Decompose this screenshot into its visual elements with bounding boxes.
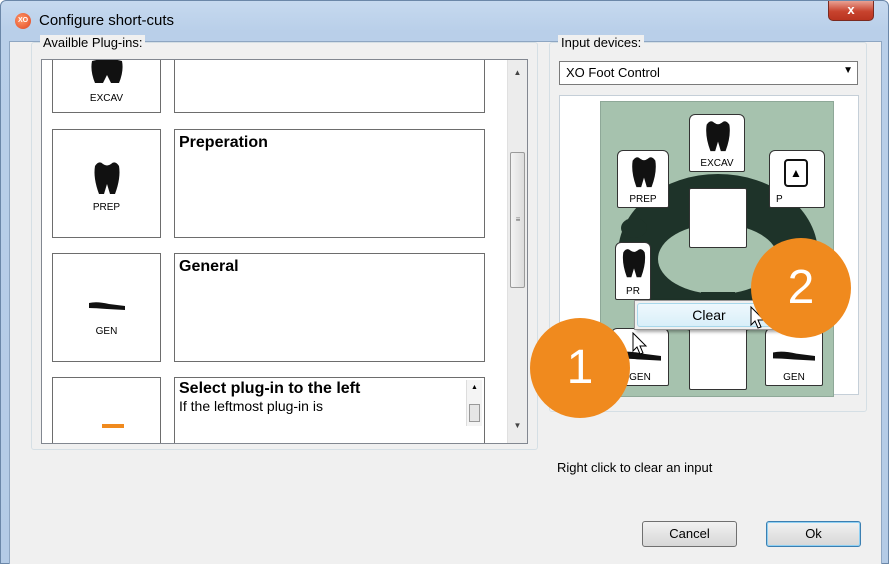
input-device-select[interactable]: XO Foot Control ▼ — [559, 61, 858, 85]
pedal-slot-bottom-center[interactable] — [689, 328, 747, 390]
pedal-slot-center[interactable] — [689, 188, 747, 248]
pedal-slot-prep[interactable]: PREP — [617, 150, 669, 208]
window-title: Configure short-cuts — [39, 12, 175, 29]
mouse-cursor-icon — [632, 332, 648, 355]
app-icon: XO — [15, 13, 31, 29]
scroll-thumb[interactable]: ≡ — [510, 152, 525, 288]
plugin-icon-box[interactable]: EXCAV — [52, 60, 161, 113]
orange-plugin-icon — [102, 424, 124, 428]
up-arrow-icon: ▲ — [784, 159, 808, 187]
description-scrollbar[interactable]: ▲ — [466, 380, 482, 426]
list-item[interactable]: Select plug-in to the left If the leftmo… — [42, 377, 508, 443]
cancel-button[interactable]: Cancel — [642, 521, 737, 547]
plugin-description-box: General — [174, 253, 485, 362]
plugin-list[interactable]: EXCAV PREP Preperation GEN General Selec… — [41, 59, 528, 444]
scroll-up-arrow-icon[interactable]: ▲ — [467, 380, 482, 396]
scroll-thumb[interactable] — [469, 404, 480, 422]
plugin-description-box — [174, 60, 485, 113]
input-devices-label: Input devices: — [558, 35, 645, 50]
slot-label: P — [776, 194, 783, 205]
plugin-description-box: Select plug-in to the left If the leftmo… — [174, 377, 485, 443]
pedal-slot-prep-2[interactable]: PR — [615, 242, 651, 300]
tooth-icon — [622, 249, 646, 278]
step-badge-2: 2 — [751, 238, 851, 338]
grip-icon: ≡ — [515, 215, 521, 224]
plugin-icon-box[interactable] — [52, 377, 161, 443]
plugin-description: If the leftmost plug-in is — [179, 398, 323, 414]
plugin-description-box: Preperation — [174, 129, 485, 238]
list-item[interactable]: PREP Preperation — [42, 129, 508, 253]
pedal-slot-excav[interactable]: EXCAV — [689, 114, 745, 172]
gen-tool-icon — [773, 351, 815, 361]
tooth-icon — [90, 60, 123, 83]
plugin-icon-box[interactable]: PREP — [52, 129, 161, 238]
plugins-group-label: Availble Plug-ins: — [40, 35, 146, 50]
slot-label: EXCAV — [700, 158, 734, 169]
chevron-down-icon[interactable]: ▼ — [843, 65, 853, 76]
plugin-title: Preperation — [179, 134, 268, 151]
pedal-knob — [621, 218, 647, 238]
ok-button[interactable]: Ok — [766, 521, 861, 547]
plugin-icon-label: EXCAV — [89, 93, 124, 104]
tooth-icon — [632, 157, 656, 188]
slot-label: PR — [626, 286, 640, 297]
tooth-icon — [706, 121, 730, 152]
tooth-icon — [94, 162, 119, 194]
plugin-title: Select plug-in to the left — [179, 380, 361, 397]
plugin-list-scrollbar[interactable]: ▲ ≡ ▼ — [507, 60, 527, 443]
plugin-icon-label: GEN — [95, 326, 118, 337]
close-button[interactable]: x — [828, 1, 874, 21]
scroll-down-arrow-icon[interactable]: ▼ — [508, 417, 527, 435]
step-badge-1: 1 — [530, 318, 630, 418]
selected-device: XO Foot Control — [566, 65, 660, 80]
plugins-group: Availble Plug-ins: EXCAV PREP Preperatio… — [31, 35, 538, 450]
slot-label: GEN — [783, 372, 805, 383]
list-item[interactable]: EXCAV — [42, 60, 508, 128]
slot-label: PREP — [629, 194, 657, 205]
list-item[interactable]: GEN General — [42, 253, 508, 377]
scroll-up-arrow-icon[interactable]: ▲ — [508, 64, 527, 82]
pedal-slot-right[interactable]: ▲ P — [769, 150, 825, 208]
plugin-icon-label: PREP — [92, 202, 121, 213]
hint-text: Right click to clear an input — [557, 460, 713, 475]
plugin-icon-box[interactable]: GEN — [52, 253, 161, 362]
gen-tool-icon — [88, 302, 125, 310]
plugin-title: General — [179, 258, 239, 275]
